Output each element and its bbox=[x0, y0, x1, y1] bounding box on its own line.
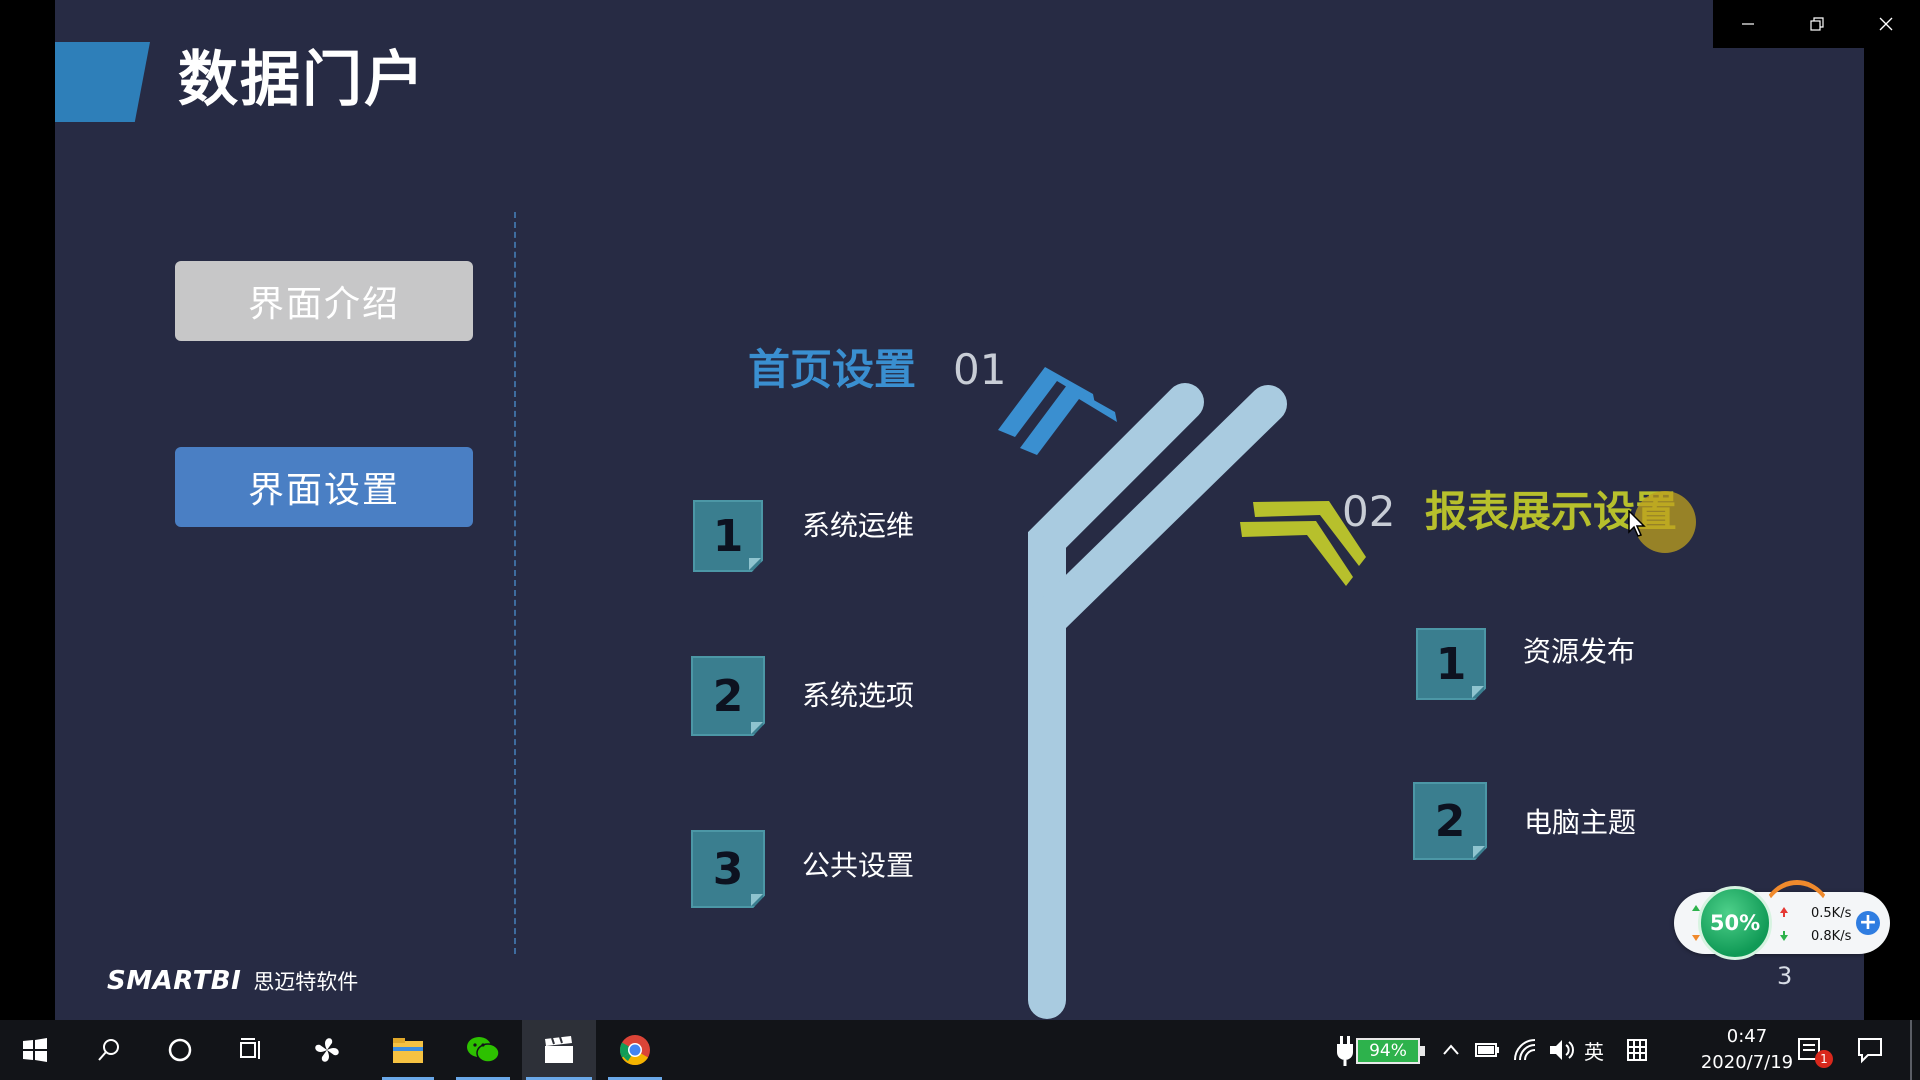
wechat-icon bbox=[467, 1037, 500, 1063]
tree-trunk bbox=[1028, 383, 1287, 1019]
chevron-up-icon[interactable] bbox=[1442, 1042, 1460, 1056]
battery-tip bbox=[1420, 1046, 1425, 1056]
app-pinwheel-button[interactable] bbox=[296, 1020, 358, 1080]
branch1-title: 首页设置 bbox=[748, 345, 917, 394]
window-controls bbox=[1713, 0, 1920, 48]
restore-icon bbox=[1809, 17, 1824, 31]
chrome-button[interactable] bbox=[604, 1020, 666, 1080]
action-center-icon[interactable] bbox=[1856, 1036, 1884, 1064]
minimize-button[interactable] bbox=[1713, 0, 1782, 48]
note-number-badge: 2 bbox=[1413, 782, 1487, 860]
clock-time[interactable]: 0:47 bbox=[1705, 1026, 1789, 1047]
branch1-number: 01 bbox=[953, 345, 1007, 394]
presentation-slide: 数据门户 界面介绍 界面设置 首页设置 01 02 报表展示设置 1 系统运维 … bbox=[55, 0, 1864, 1020]
minimize-icon bbox=[1741, 23, 1754, 25]
mouse-pointer-icon bbox=[1628, 510, 1646, 537]
windows-logo-icon bbox=[23, 1038, 47, 1062]
item-label: 系统选项 bbox=[802, 679, 915, 712]
wifi-icon[interactable] bbox=[1512, 1038, 1538, 1062]
battery-percentage[interactable]: 94% bbox=[1356, 1038, 1420, 1064]
notification-badge: 1 bbox=[1815, 1050, 1833, 1068]
power-plug-icon bbox=[1337, 1036, 1353, 1066]
search-icon bbox=[98, 1039, 119, 1061]
volume-icon[interactable] bbox=[1548, 1038, 1576, 1062]
download-speed: 0.8K/s bbox=[1811, 929, 1852, 944]
restore-button[interactable] bbox=[1782, 0, 1851, 48]
input-method-indicator[interactable]: 英 bbox=[1584, 1036, 1604, 1065]
brand-footer: SMARTBI 思迈特软件 bbox=[107, 966, 358, 996]
smartbi-logo: SMARTBI bbox=[107, 966, 242, 996]
battery-icon[interactable] bbox=[1474, 1040, 1500, 1060]
note-number-badge: 1 bbox=[1416, 628, 1486, 700]
task-view-icon bbox=[240, 1038, 260, 1059]
start-button[interactable] bbox=[0, 1020, 70, 1080]
usage-arrows-icon bbox=[1692, 905, 1700, 941]
clapperboard-icon bbox=[545, 1036, 573, 1063]
wechat-button[interactable] bbox=[452, 1020, 514, 1080]
taskbar: 94% 英 0:47 2020/7/19 1 bbox=[0, 1020, 1920, 1080]
note-number-badge: 2 bbox=[691, 656, 765, 736]
cortana-button[interactable] bbox=[150, 1020, 210, 1080]
task-view-button[interactable] bbox=[222, 1020, 282, 1080]
item-label: 电脑主题 bbox=[1524, 806, 1637, 839]
pinwheel-icon bbox=[315, 1038, 339, 1062]
brand-name: 思迈特软件 bbox=[253, 970, 359, 994]
item-label: 资源发布 bbox=[1523, 635, 1636, 668]
branch2-number: 02 bbox=[1342, 487, 1396, 536]
chrome-icon bbox=[619, 1035, 650, 1066]
item-label: 公共设置 bbox=[802, 849, 915, 882]
widget-plus-button[interactable]: + bbox=[1856, 911, 1880, 935]
note-number-badge: 3 bbox=[691, 830, 765, 908]
keyboard-grid-icon[interactable] bbox=[1626, 1038, 1648, 1062]
show-desktop-button[interactable] bbox=[1910, 1020, 1912, 1080]
memory-usage-ball[interactable]: 50% bbox=[1698, 886, 1772, 960]
upload-speed: 0.5K/s bbox=[1811, 906, 1852, 921]
note-number-badge: 1 bbox=[693, 500, 763, 572]
up-down-arrows-icon bbox=[1780, 907, 1788, 941]
branch1-chevron-icon bbox=[998, 367, 1117, 455]
video-player-button[interactable] bbox=[522, 1020, 596, 1080]
page-number: 3 bbox=[1777, 962, 1793, 990]
file-explorer-button[interactable] bbox=[378, 1020, 438, 1080]
search-button[interactable] bbox=[78, 1020, 140, 1080]
item-label: 系统运维 bbox=[802, 509, 915, 542]
close-icon bbox=[1879, 17, 1892, 31]
folder-icon bbox=[393, 1038, 423, 1063]
cortana-circle-icon bbox=[168, 1038, 192, 1062]
close-button[interactable] bbox=[1851, 0, 1920, 48]
